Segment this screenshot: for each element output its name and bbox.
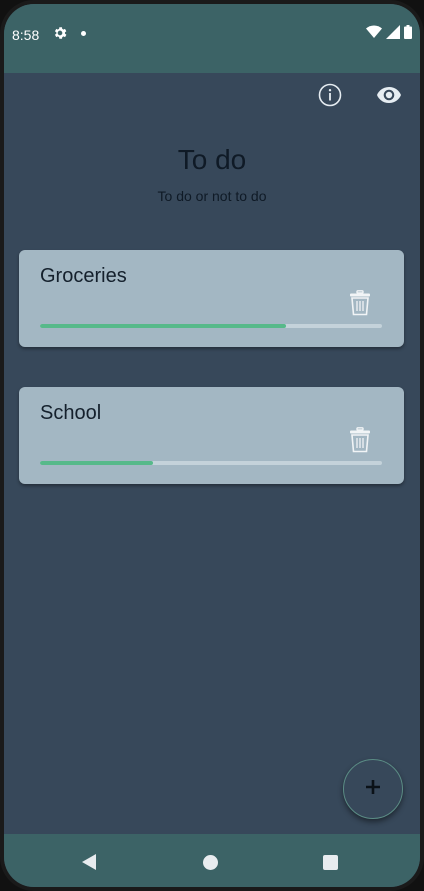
trash-icon[interactable]	[349, 290, 371, 321]
add-list-button[interactable]	[343, 759, 403, 819]
page-subtitle: To do or not to do	[157, 188, 267, 204]
gear-icon	[52, 25, 68, 46]
screen: 8:58 To do To do or not to do Groceries …	[4, 4, 420, 887]
progress-bar	[40, 461, 382, 465]
status-icons	[366, 25, 412, 44]
home-icon[interactable]	[203, 855, 218, 870]
recents-icon[interactable]	[323, 855, 338, 870]
progress-bar	[40, 324, 382, 328]
page-title: To do	[177, 144, 247, 175]
back-icon[interactable]	[81, 853, 97, 876]
notification-dot-icon	[81, 31, 86, 36]
info-icon[interactable]	[318, 83, 342, 112]
status-time: 8:58	[12, 27, 40, 43]
progress-fill	[40, 324, 287, 328]
list-card-title: School	[40, 402, 102, 424]
list-card-title: Groceries	[40, 265, 127, 287]
wifi-icon	[366, 25, 382, 44]
list-card[interactable]: Groceries	[19, 250, 404, 347]
trash-icon[interactable]	[349, 427, 371, 458]
device-frame: 8:58 To do To do or not to do Groceries …	[0, 0, 424, 891]
plus-icon	[366, 779, 380, 799]
eye-icon[interactable]	[376, 86, 402, 109]
progress-fill	[40, 461, 153, 465]
status-bar: 8:58	[4, 4, 420, 73]
battery-icon	[404, 25, 412, 44]
cell-signal-icon	[386, 25, 400, 44]
list-card[interactable]: School	[19, 387, 404, 484]
navigation-bar	[4, 834, 420, 887]
